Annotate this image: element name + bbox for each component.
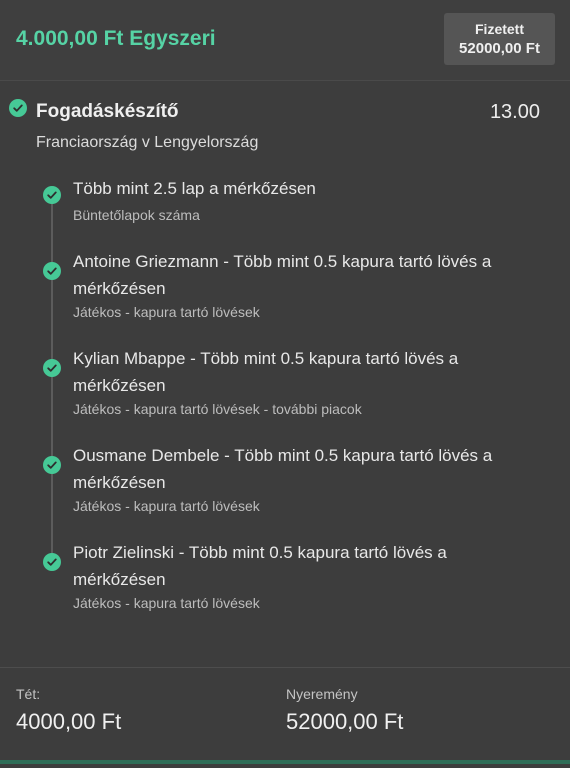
match-name: Franciaország v Lengyelország: [36, 134, 259, 151]
paid-status-label: Fizetett: [475, 21, 524, 37]
bet-header: 4.000,00 Ft Egyszeri Fizetett 52000,00 F…: [0, 0, 570, 81]
stake-value: 4000,00 Ft: [16, 709, 122, 734]
footer-divider: [0, 667, 570, 668]
check-circle-icon: [9, 99, 27, 117]
check-circle-icon: [43, 262, 61, 280]
selection-title: Kylian Mbappe - Több mint 0.5 kapura tar…: [73, 349, 459, 395]
check-circle-icon: [43, 553, 61, 571]
selection-market: Játékos - kapura tartó lövések: [73, 498, 260, 514]
selection-timeline-line: [51, 196, 53, 562]
winnings-value: 52000,00 Ft: [286, 709, 404, 734]
winnings-label: Nyeremény: [286, 686, 358, 702]
bottom-accent-strip: [0, 760, 570, 764]
check-circle-icon: [43, 359, 61, 377]
selection-market: Játékos - kapura tartó lövések: [73, 595, 260, 611]
selection-title: Antoine Griezmann - Több mint 0.5 kapura…: [73, 252, 492, 298]
selection-title: Több mint 2.5 lap a mérkőzésen: [73, 179, 316, 198]
bet-title: 4.000,00 Ft Egyszeri: [16, 27, 216, 50]
check-circle-icon: [43, 186, 61, 204]
selection-title: Ousmane Dembele - Több mint 0.5 kapura t…: [73, 446, 493, 492]
paid-status-badge: Fizetett 52000,00 Ft: [444, 13, 555, 65]
selection-market: Játékos - kapura tartó lövések - további…: [73, 401, 362, 417]
selection-market: Játékos - kapura tartó lövések: [73, 304, 260, 320]
paid-status-amount: 52000,00 Ft: [459, 40, 540, 57]
bet-builder-title: Fogadáskészítő: [36, 101, 179, 122]
bet-odds: 13.00: [489, 101, 540, 123]
selection-market: Büntetőlapok száma: [73, 207, 200, 223]
check-circle-icon: [43, 456, 61, 474]
stake-label: Tét:: [16, 686, 41, 702]
selection-title: Piotr Zielinski - Több mint 0.5 kapura t…: [73, 543, 447, 589]
